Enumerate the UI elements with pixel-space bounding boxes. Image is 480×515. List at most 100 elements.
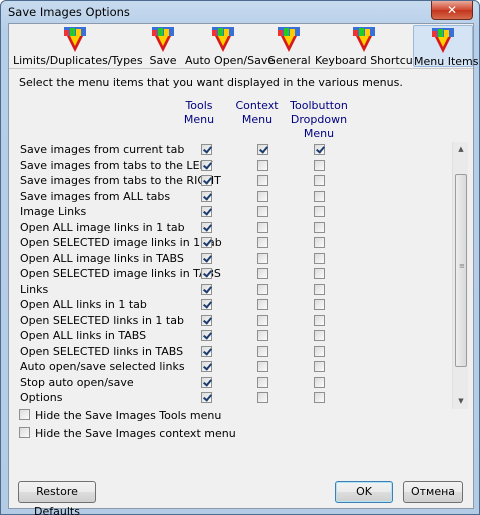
tools-menu-checkbox[interactable]	[201, 361, 212, 372]
app-logo-icon	[64, 27, 86, 52]
menu-item-label: Save images from current tab	[20, 143, 185, 156]
grip-icon: ≡	[459, 262, 465, 270]
toolbutton-menu-checkbox[interactable]	[314, 221, 325, 233]
toolbutton-menu-checkbox[interactable]	[314, 299, 325, 310]
context-menu-checkbox[interactable]	[257, 345, 268, 357]
context-menu-checkbox[interactable]	[257, 159, 268, 171]
tools-menu-checkbox[interactable]	[201, 252, 212, 264]
tools-menu-checkbox[interactable]	[201, 330, 212, 341]
close-button[interactable]: ✕	[431, 1, 473, 20]
toolbutton-menu-checkbox[interactable]	[314, 361, 325, 372]
toolbutton-menu-checkbox[interactable]	[314, 190, 325, 202]
context-menu-checkbox[interactable]	[257, 175, 268, 186]
app-logo-icon	[353, 27, 375, 52]
column-header-toolbutton-menu: Toolbutton Dropdown Menu	[288, 99, 350, 141]
menu-item-row: Open ALL image links in TABS	[18, 251, 458, 266]
menu-item-row: Open SELECTED links in 1 tab	[18, 313, 458, 328]
toolbutton-menu-checkbox[interactable]	[314, 237, 325, 248]
toolbutton-menu-checkbox[interactable]	[314, 175, 325, 186]
tools-menu-checkbox[interactable]	[201, 159, 212, 171]
tools-menu-checkbox[interactable]	[201, 345, 212, 357]
tools-menu-checkbox[interactable]	[201, 190, 212, 202]
menu-item-label: Save images from tabs to the LEFT	[20, 158, 213, 172]
hide-tools-menu-label: Hide the Save Images Tools menu	[35, 409, 222, 422]
vertical-scrollbar[interactable]: ▲ ≡ ▼	[452, 142, 468, 409]
toolbutton-menu-checkbox[interactable]	[314, 376, 325, 388]
context-menu-checkbox[interactable]	[257, 361, 268, 372]
context-menu-checkbox[interactable]	[257, 314, 268, 326]
toolbutton-menu-checkbox[interactable]	[314, 268, 325, 279]
menu-item-row: Open SELECTED links in TABS	[18, 344, 458, 359]
menu-item-label: Open SELECTED links in TABS	[20, 344, 184, 358]
menu-item-label: Save images from ALL tabs	[20, 189, 171, 203]
menu-item-label: Open ALL image links in 1 tab	[20, 220, 185, 234]
toolbutton-menu-checkbox[interactable]	[314, 159, 325, 171]
column-header-context-menu: Context Menu	[234, 99, 280, 127]
tools-menu-checkbox[interactable]	[201, 376, 212, 388]
scroll-up-arrow-icon[interactable]: ▲	[453, 142, 469, 157]
menu-item-row: Save images from tabs to the LEFT	[18, 158, 458, 173]
context-menu-checkbox[interactable]	[257, 392, 268, 403]
toolbutton-menu-checkbox[interactable]	[314, 330, 325, 341]
tab-save[interactable]: Save	[143, 25, 183, 67]
toolbutton-menu-checkbox[interactable]	[314, 144, 325, 155]
context-menu-checkbox[interactable]	[257, 144, 268, 155]
column-header-line: Dropdown	[290, 113, 348, 126]
tab-label: General	[267, 54, 311, 67]
context-menu-checkbox[interactable]	[257, 283, 268, 295]
tab-limits-duplicates-types[interactable]: Limits/Duplicates/Types	[13, 25, 143, 67]
context-menu-checkbox[interactable]	[257, 190, 268, 202]
menu-item-row: Open SELECTED image links in 1 tab	[18, 235, 458, 250]
scroll-down-arrow-icon[interactable]: ▼	[453, 394, 469, 409]
tools-menu-checkbox[interactable]	[201, 206, 212, 217]
tools-menu-checkbox[interactable]	[201, 268, 212, 279]
menu-item-row: Open ALL image links in 1 tab	[18, 220, 458, 235]
cancel-button[interactable]: Отмена	[403, 481, 463, 503]
context-menu-checkbox[interactable]	[257, 237, 268, 248]
context-menu-checkbox[interactable]	[257, 299, 268, 310]
title-bar[interactable]: Save Images Options ✕	[1, 1, 479, 23]
tools-menu-checkbox[interactable]	[201, 299, 212, 310]
toolbutton-menu-checkbox[interactable]	[314, 314, 325, 326]
menu-item-row: Auto open/save selected links	[18, 359, 458, 374]
scrollbar-thumb[interactable]: ≡	[455, 174, 467, 367]
window-title: Save Images Options	[8, 5, 130, 19]
menu-item-row: Stop auto open/save	[18, 375, 458, 390]
menu-item-label: Open ALL links in 1 tab	[20, 298, 147, 311]
context-menu-checkbox[interactable]	[257, 376, 268, 388]
hide-tools-menu-checkbox[interactable]	[19, 409, 30, 420]
tools-menu-checkbox[interactable]	[201, 283, 212, 295]
context-menu-checkbox[interactable]	[257, 221, 268, 233]
menu-item-row: Open SELECTED image links in TABS	[18, 266, 458, 281]
tools-menu-checkbox[interactable]	[201, 175, 212, 186]
toolbutton-menu-checkbox[interactable]	[314, 252, 325, 264]
menu-item-label: Open SELECTED links in 1 tab	[20, 313, 184, 327]
column-header-line: Toolbutton	[290, 99, 348, 112]
tools-menu-checkbox[interactable]	[201, 237, 212, 248]
tools-menu-checkbox[interactable]	[201, 144, 212, 155]
context-menu-checkbox[interactable]	[257, 268, 268, 279]
tools-menu-checkbox[interactable]	[201, 392, 212, 403]
restore-defaults-button[interactable]: Restore Defaults	[18, 481, 96, 515]
tools-menu-checkbox[interactable]	[201, 314, 212, 326]
context-menu-checkbox[interactable]	[257, 252, 268, 264]
tab-auto-open-save[interactable]: Auto Open/Save	[185, 25, 275, 67]
tab-general[interactable]: General	[265, 25, 313, 67]
context-menu-checkbox[interactable]	[257, 206, 268, 217]
menu-item-row: Save images from tabs to the RIGHT	[18, 173, 458, 188]
hide-context-menu-checkbox[interactable]	[19, 427, 30, 438]
column-header-line: Menu	[241, 113, 273, 126]
menu-item-row: Options	[18, 390, 458, 405]
app-logo-icon	[278, 27, 300, 52]
tab-menu-items[interactable]: Menu Items	[413, 25, 478, 68]
tab-keyboard-shortcuts[interactable]: Keyboard Shortcuts	[315, 25, 423, 67]
tab-label: Auto Open/Save	[185, 54, 275, 67]
hide-context-menu-label: Hide the Save Images context menu	[35, 427, 236, 440]
toolbutton-menu-checkbox[interactable]	[314, 283, 325, 295]
toolbutton-menu-checkbox[interactable]	[314, 345, 325, 357]
toolbutton-menu-checkbox[interactable]	[314, 206, 325, 217]
context-menu-checkbox[interactable]	[257, 330, 268, 341]
tools-menu-checkbox[interactable]	[201, 221, 212, 233]
ok-button[interactable]: OK	[335, 481, 393, 503]
toolbutton-menu-checkbox[interactable]	[314, 392, 325, 403]
